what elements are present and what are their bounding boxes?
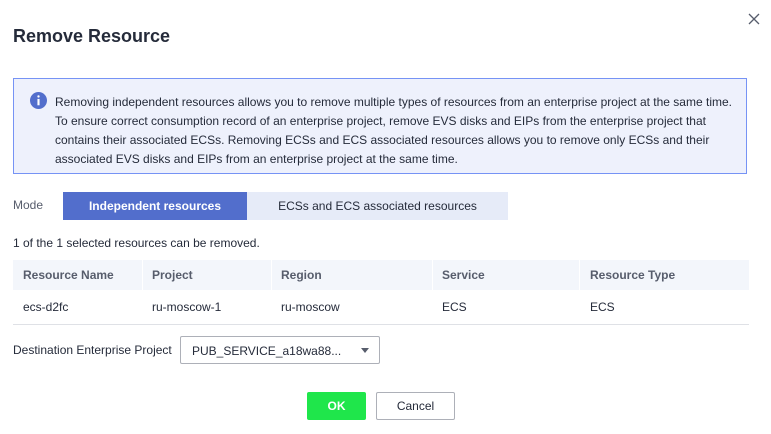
dialog-title: Remove Resource xyxy=(13,26,171,46)
table-row: ecs-d2fc ru-moscow-1 ru-moscow ECS ECS xyxy=(13,290,749,325)
column-header-region: Region xyxy=(281,268,322,282)
cell-region: ru-moscow xyxy=(281,300,340,314)
cancel-button[interactable]: Cancel xyxy=(376,392,455,420)
column-header-resource-type: Resource Type xyxy=(590,268,676,282)
selection-summary: 1 of the 1 selected resources can be rem… xyxy=(13,236,260,250)
mode-option-independent-resources[interactable]: Independent resources xyxy=(63,192,247,220)
close-icon[interactable] xyxy=(744,9,764,29)
info-text: Removing independent resources allows yo… xyxy=(55,95,732,166)
cell-project: ru-moscow-1 xyxy=(152,300,222,314)
ok-button[interactable]: OK xyxy=(307,392,366,420)
column-header-project: Project xyxy=(152,268,193,282)
caret-down-icon xyxy=(361,348,369,353)
mode-label: Mode xyxy=(13,198,44,212)
mode-option-ecs-associated-resources[interactable]: ECSs and ECS associated resources xyxy=(247,192,508,220)
table-header: Resource Name Project Region Service Res… xyxy=(13,260,749,290)
remove-resource-dialog: Remove Resource Removing independent res… xyxy=(0,0,771,434)
column-header-resource-name: Resource Name xyxy=(23,268,114,282)
column-divider xyxy=(432,260,433,290)
cell-resource-type: ECS xyxy=(590,300,615,314)
column-divider xyxy=(579,260,580,290)
column-divider xyxy=(271,260,272,290)
column-header-service: Service xyxy=(442,268,485,282)
info-banner: Removing independent resources allows yo… xyxy=(13,78,747,174)
destination-project-select[interactable]: PUB_SERVICE_a18wa88... xyxy=(180,336,380,364)
cell-service: ECS xyxy=(442,300,467,314)
column-divider xyxy=(142,260,143,290)
info-icon xyxy=(30,92,47,109)
destination-project-label: Destination Enterprise Project xyxy=(13,343,172,357)
destination-project-value: PUB_SERVICE_a18wa88... xyxy=(192,344,342,358)
cell-resource-name: ecs-d2fc xyxy=(23,300,69,314)
